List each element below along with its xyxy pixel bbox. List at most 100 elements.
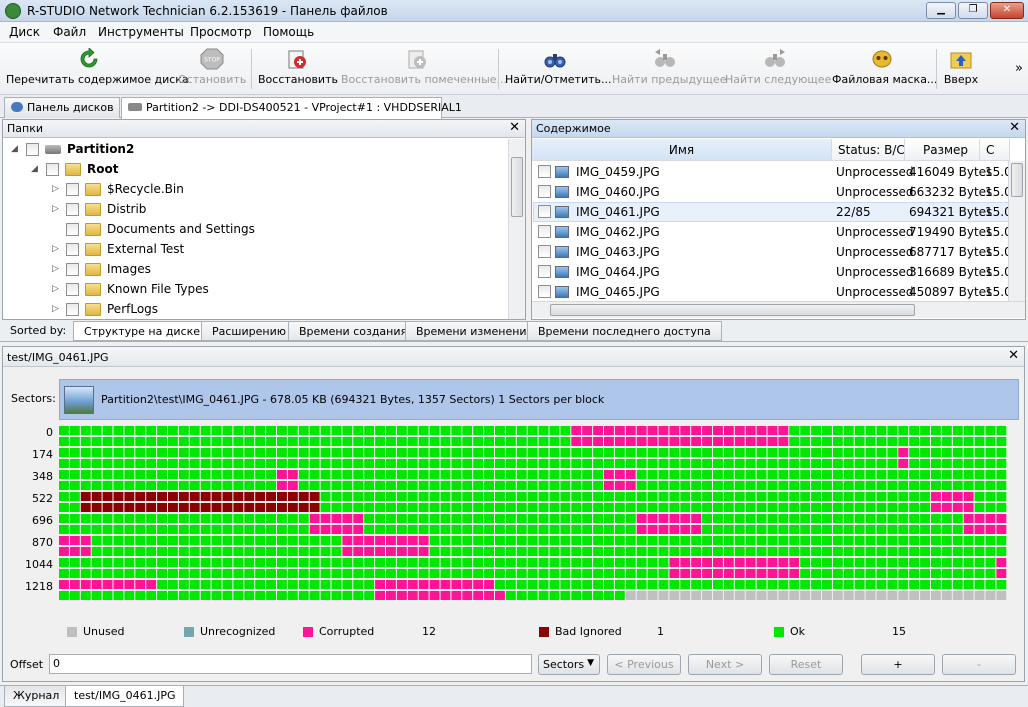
sector-block-ok[interactable] [407,525,418,534]
sector-block-ok[interactable] [146,558,157,567]
sector-block-ok[interactable] [756,514,767,523]
sector-block-ok[interactable] [91,558,102,567]
sector-block-ok[interactable] [854,481,865,490]
sector-block-ok[interactable] [69,459,80,468]
sector-block-ok[interactable] [811,448,821,457]
sector-block-ok[interactable] [516,558,527,567]
sector-block-ok[interactable] [832,558,843,567]
sector-block-corrupted[interactable] [702,426,712,435]
sector-block-ok[interactable] [80,426,91,435]
sector-block-ok[interactable] [451,558,462,567]
menu-help[interactable]: Помощь [263,25,314,39]
sector-block-ok[interactable] [495,514,505,523]
sector-block-ok[interactable] [59,558,69,567]
sector-block-ok[interactable] [756,536,767,545]
sector-block-ok[interactable] [800,503,811,512]
sector-block-ok[interactable] [462,481,473,490]
sector-block-ok[interactable] [396,514,407,523]
sector-block-ok[interactable] [843,580,854,589]
sector-block-ok[interactable] [560,459,571,468]
sector-block-ok[interactable] [811,514,821,523]
sector-block-ok[interactable] [91,525,102,534]
sector-block-ok[interactable] [538,470,549,479]
sector-block-ok[interactable] [200,481,211,490]
sector-block-corrupted[interactable] [375,591,385,600]
sector-block-corrupted[interactable] [734,426,745,435]
sector-block-corrupted[interactable] [713,569,723,578]
sector-block-corrupted[interactable] [375,536,385,545]
sector-block-ok[interactable] [113,569,124,578]
sector-block-ok[interactable] [876,459,887,468]
sector-block-ok[interactable] [582,591,593,600]
sector-block-ok[interactable] [178,437,189,446]
sector-block-ok[interactable] [549,591,560,600]
sector-block-ok[interactable] [287,514,298,523]
sector-block-ok[interactable] [854,558,865,567]
sector-block-ok[interactable] [505,547,516,556]
checkbox[interactable] [538,245,551,258]
sector-block-ok[interactable] [952,459,963,468]
sector-block-corrupted[interactable] [702,558,712,567]
sector-block-ok[interactable] [222,525,233,534]
sector-block-corrupted[interactable] [734,558,745,567]
sector-block-ok[interactable] [440,492,451,501]
sector-block-ok[interactable] [974,580,985,589]
sector-block-ok[interactable] [593,492,603,501]
sector-block-ok[interactable] [604,514,614,523]
sector-block-ok[interactable] [157,591,167,600]
sector-block-corrupted[interactable] [571,426,582,435]
sector-block-ok[interactable] [625,448,636,457]
sector-block-bad-ignored[interactable] [91,492,102,501]
sector-block-ok[interactable] [527,426,538,435]
sector-block-ok[interactable] [865,514,876,523]
sector-block-ok[interactable] [614,580,625,589]
sector-block-bad-ignored[interactable] [298,503,309,512]
sector-block-corrupted[interactable] [396,547,407,556]
sector-block-ok[interactable] [495,492,505,501]
sector-block-ok[interactable] [135,470,146,479]
sector-block-corrupted[interactable] [636,514,647,523]
sector-block-ok[interactable] [418,514,429,523]
sector-block-corrupted[interactable] [963,503,974,512]
sector-block-corrupted[interactable] [342,547,353,556]
sector-block-ok[interactable] [963,437,974,446]
sector-block-ok[interactable] [669,536,680,545]
sector-block-ok[interactable] [604,536,614,545]
sector-block-ok[interactable] [789,481,800,490]
file-row-selected[interactable]: IMG_0461.JPG 22/85 694321 Bytes 15.0 [533,202,1012,222]
sector-block-ok[interactable] [505,481,516,490]
sector-block-ok[interactable] [941,536,952,545]
sector-block-ok[interactable] [287,547,298,556]
sector-block-ok[interactable] [233,481,244,490]
sector-block-ok[interactable] [266,448,276,457]
sector-block-ok[interactable] [614,558,625,567]
sector-block-corrupted[interactable] [309,525,320,534]
sector-block-ok[interactable] [364,514,375,523]
sector-block-ok[interactable] [680,580,691,589]
sector-block-ok[interactable] [974,569,985,578]
sector-block-corrupted[interactable] [691,514,702,523]
sector-block-ok[interactable] [571,459,582,468]
sector-block-ok[interactable] [636,558,647,567]
sector-block-ok[interactable] [832,426,843,435]
sector-block-ok[interactable] [364,492,375,501]
sector-block-ok[interactable] [59,514,69,523]
tree-node-folder[interactable]: ▷ PerfLogs [3,300,508,320]
sector-block-ok[interactable] [233,536,244,545]
sector-block-ok[interactable] [146,536,157,545]
sector-block-ok[interactable] [843,558,854,567]
sector-block-ok[interactable] [342,426,353,435]
sector-block-ok[interactable] [876,448,887,457]
sector-block-ok[interactable] [604,492,614,501]
sector-block-ok[interactable] [974,481,985,490]
sector-block-ok[interactable] [549,481,560,490]
sector-block-corrupted[interactable] [647,525,658,534]
sector-block-ok[interactable] [364,525,375,534]
sector-block-ok[interactable] [560,536,571,545]
sector-block-ok[interactable] [843,470,854,479]
sector-block-ok[interactable] [941,514,952,523]
sector-block-ok[interactable] [887,459,898,468]
sector-block-corrupted[interactable] [451,580,462,589]
sector-block-ok[interactable] [266,437,276,446]
sector-block-ok[interactable] [549,580,560,589]
